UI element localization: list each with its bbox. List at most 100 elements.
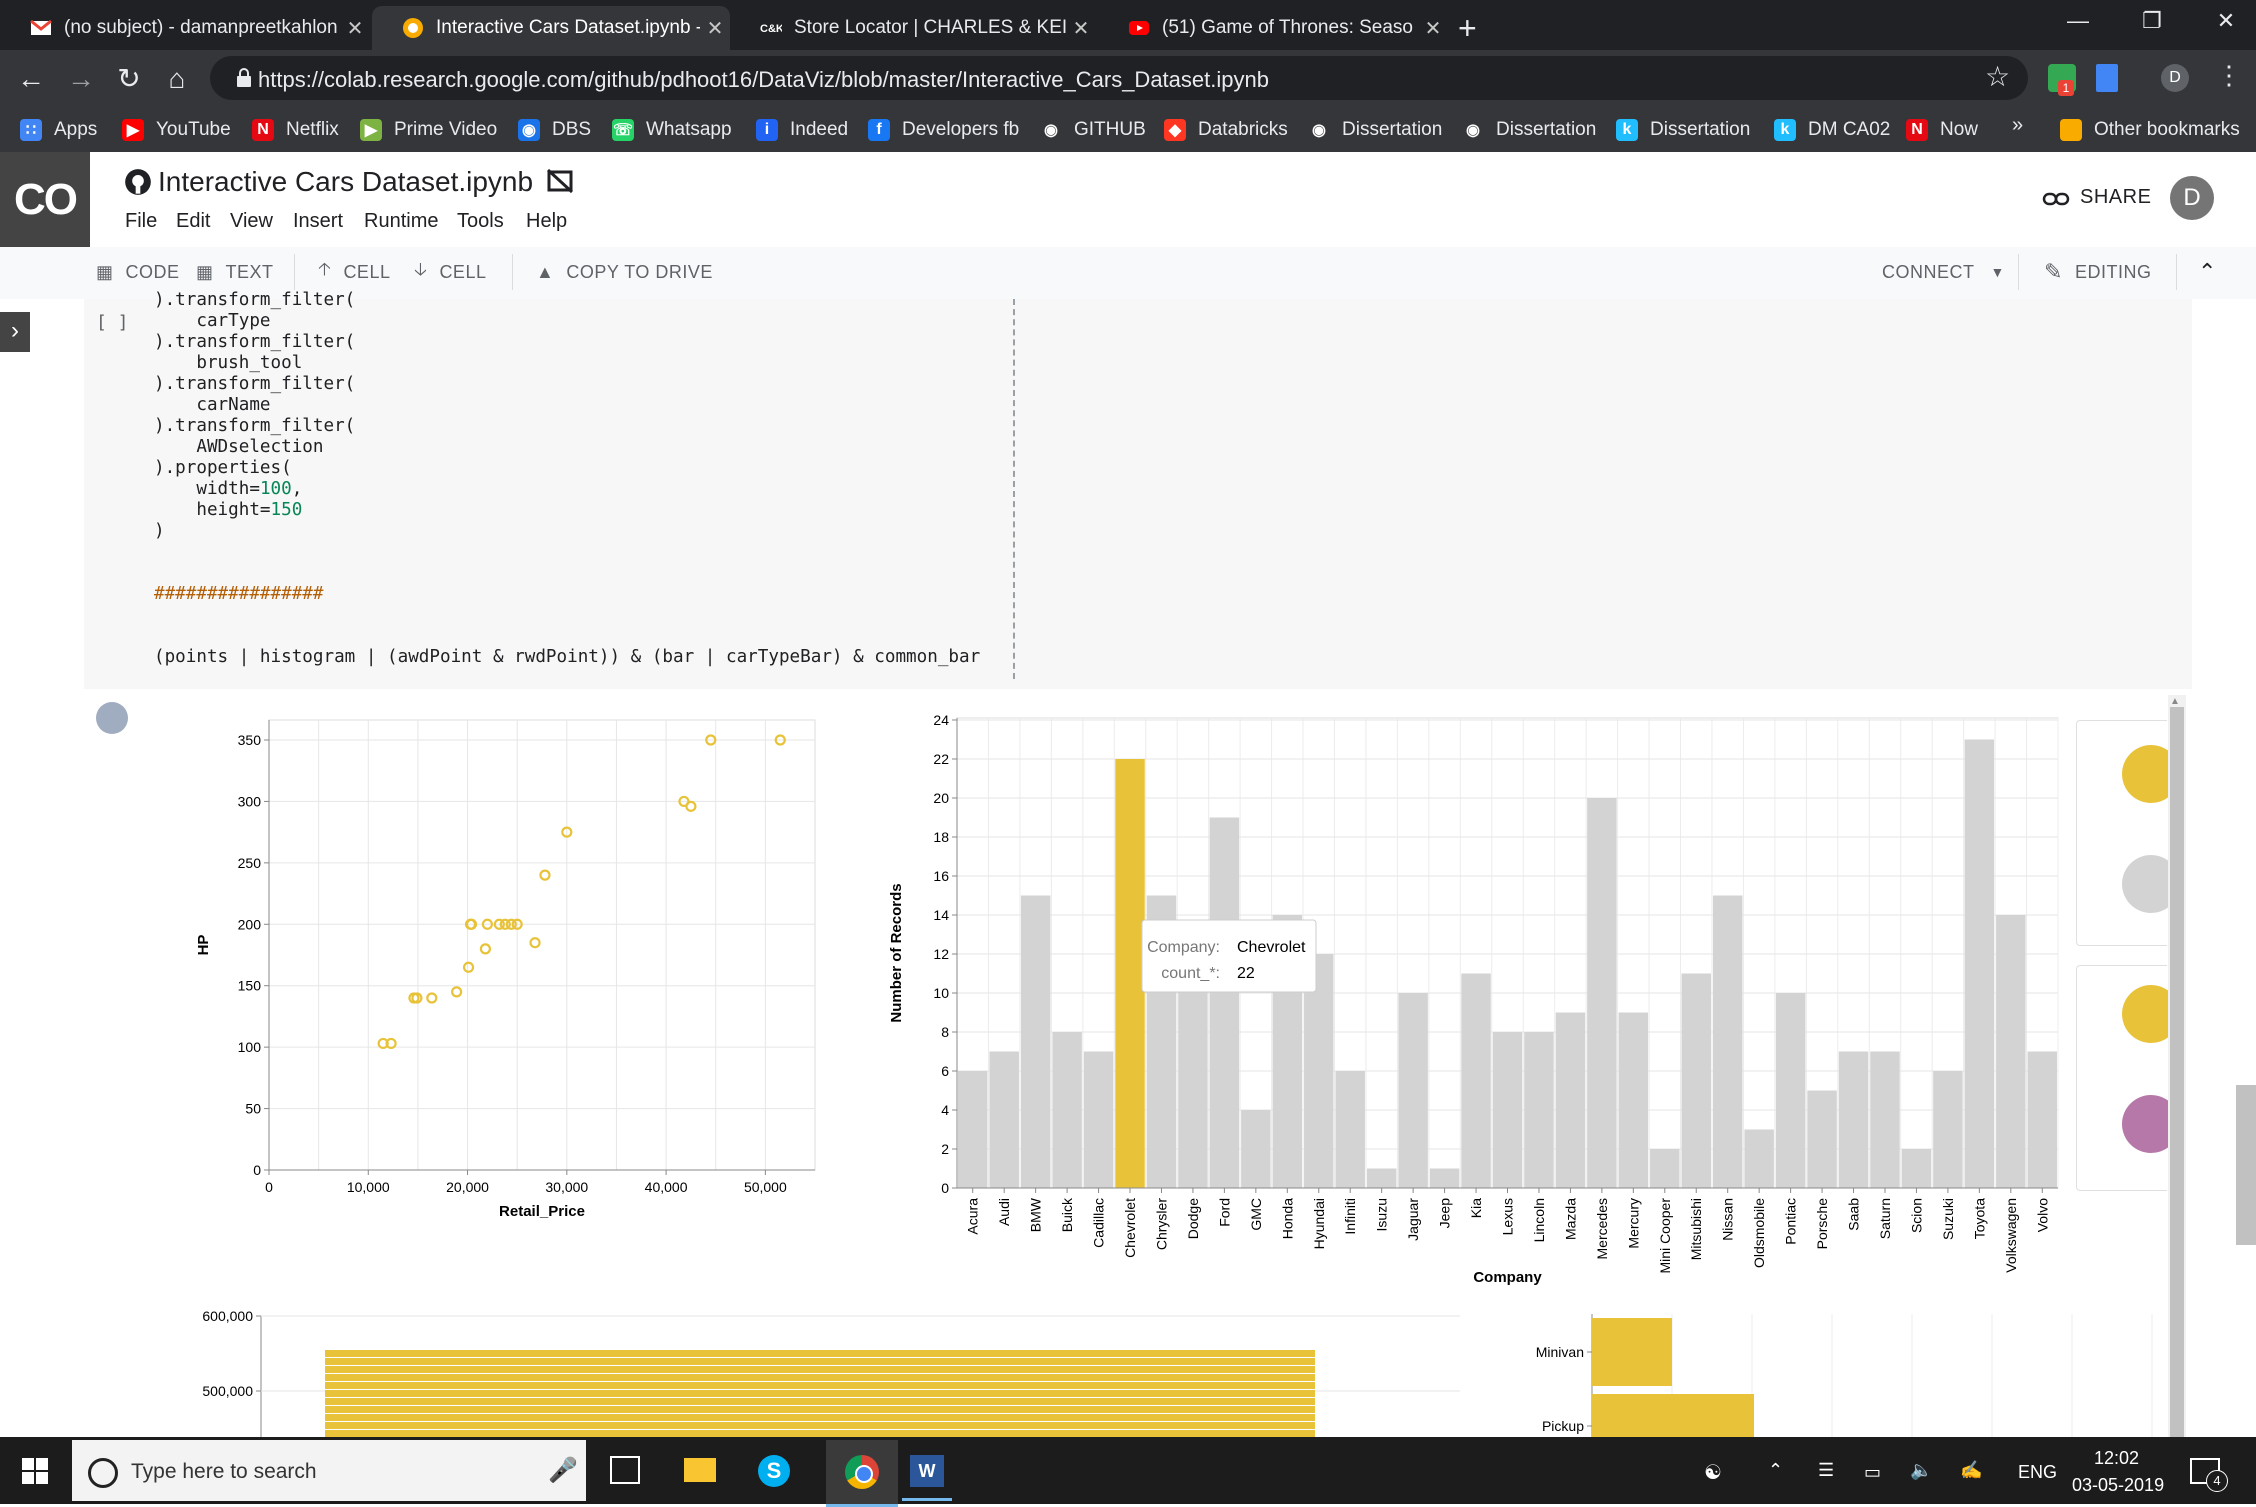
add-text-button[interactable]: ▦ TEXT bbox=[196, 258, 274, 286]
company-bar-chart[interactable]: Acura Audi BMW Buick Cadillac Chevrolet Chrysl… bbox=[880, 700, 2070, 1300]
bookmark-star-icon[interactable]: ☆ bbox=[1985, 60, 2010, 93]
close-tab-icon[interactable]: ✕ bbox=[340, 16, 370, 41]
bar-volkswagen bbox=[1996, 915, 2026, 1188]
wifi-icon[interactable]: ☰ bbox=[1818, 1460, 1834, 1481]
notebook-title[interactable]: Interactive Cars Dataset.ipynb bbox=[158, 166, 533, 198]
close-window-button[interactable]: ✕ bbox=[2196, 8, 2256, 38]
menu-item-tools[interactable]: Tools bbox=[457, 210, 504, 233]
bookmark-label: Indeed bbox=[790, 119, 849, 140]
connect-button[interactable]: CONNECT ▼ bbox=[1882, 258, 2005, 286]
menu-item-file[interactable]: File bbox=[125, 210, 157, 233]
extension-badge: 1 bbox=[2058, 80, 2074, 96]
back-arrow-icon[interactable]: ← bbox=[14, 62, 48, 96]
menu-item-help[interactable]: Help bbox=[526, 210, 567, 233]
add-text-label: TEXT bbox=[225, 261, 274, 282]
output-scrollbar[interactable] bbox=[2168, 695, 2186, 1437]
user-avatar[interactable]: D bbox=[2170, 176, 2214, 220]
bookmark-item[interactable]: ◉ Dissertation bbox=[1462, 114, 1596, 146]
sidebar-toggle-icon[interactable]: › bbox=[0, 312, 30, 352]
y-tick-label: Minivan bbox=[1536, 1344, 1584, 1360]
bookmark-item[interactable]: ▶ Prime Video bbox=[360, 114, 497, 146]
bookmark-item[interactable]: ∷ Apps bbox=[20, 114, 97, 146]
youtube-icon bbox=[1129, 21, 1149, 35]
close-tab-icon[interactable]: ✕ bbox=[1418, 16, 1448, 41]
move-cell-down-button[interactable]: 🡣 CELL bbox=[414, 258, 486, 286]
y-tick-label: 18 bbox=[933, 829, 949, 845]
bookmark-item[interactable]: k Dissertation bbox=[1616, 114, 1750, 146]
output-scroll-thumb[interactable] bbox=[2170, 707, 2184, 1437]
bookmark-label: Dissertation bbox=[1650, 119, 1751, 140]
task-view-icon[interactable] bbox=[610, 1456, 640, 1484]
browser-tab[interactable]: (no subject) - damanpreetkahlon ✕ bbox=[0, 6, 370, 50]
file-explorer-icon[interactable] bbox=[684, 1458, 716, 1482]
bookmark-item[interactable]: N Netflix bbox=[252, 114, 339, 146]
y-tick-label: 10 bbox=[933, 985, 949, 1001]
bookmark-item[interactable]: i Indeed bbox=[756, 114, 848, 146]
reload-icon[interactable]: ↻ bbox=[112, 62, 146, 96]
browser-tab[interactable]: C&K Store Locator | CHARLES & KEITH ✕ bbox=[730, 6, 1096, 50]
bookmark-item[interactable]: N Now bbox=[1906, 114, 1978, 146]
colab-icon bbox=[403, 18, 423, 38]
docs-extension-icon[interactable] bbox=[2096, 64, 2118, 92]
word-icon[interactable]: W bbox=[910, 1455, 944, 1487]
bookmark-item[interactable]: k DM CA02 bbox=[1774, 114, 1890, 146]
bookmark-item[interactable]: ◆ Databricks bbox=[1164, 114, 1288, 146]
add-code-button[interactable]: ▦ CODE bbox=[96, 258, 180, 286]
colab-logo[interactable]: CO bbox=[0, 152, 90, 247]
browser-tab[interactable]: Interactive Cars Dataset.ipynb - C ✕ bbox=[372, 6, 730, 50]
minimize-button[interactable]: — bbox=[2048, 8, 2108, 38]
bookmark-item[interactable]: f Developers fb bbox=[868, 114, 1019, 146]
collapse-header-icon[interactable]: ⌃ bbox=[2198, 258, 2217, 286]
battery-icon[interactable]: ▭ bbox=[1864, 1462, 1881, 1483]
bookmark-item[interactable]: ☏ Whatsapp bbox=[612, 114, 732, 146]
profile-avatar[interactable]: D bbox=[2161, 64, 2189, 92]
skype-icon[interactable]: S bbox=[758, 1455, 790, 1487]
y-tick-label: 16 bbox=[933, 868, 949, 884]
bookmarks-overflow[interactable]: » bbox=[2012, 114, 2023, 137]
x-tick-label: Oldsmobile bbox=[1751, 1198, 1767, 1268]
menu-item-insert[interactable]: Insert bbox=[293, 210, 343, 233]
share-button[interactable]: SHARE bbox=[2080, 186, 2151, 209]
new-tab-button[interactable]: + bbox=[1458, 10, 1477, 47]
browser-tab[interactable]: (51) Game of Thrones: Seaso ✕ bbox=[1098, 6, 1448, 50]
other-bookmarks[interactable]: Other bookmarks bbox=[2060, 114, 2240, 146]
kaggle-icon: k bbox=[1616, 119, 1638, 141]
menu-item-view[interactable]: View bbox=[230, 210, 273, 233]
editing-mode-button[interactable]: ✎ EDITING bbox=[2044, 258, 2151, 286]
forward-arrow-icon[interactable]: → bbox=[64, 62, 98, 96]
price-bar-segment bbox=[325, 1398, 1315, 1405]
word-active-indicator bbox=[902, 1498, 952, 1501]
scatter-chart[interactable]: 0 10,000 20,000 30,000 40,000 50,000 0 50 100 150… bbox=[180, 700, 890, 1230]
pen-icon[interactable]: ✍ bbox=[1960, 1460, 1982, 1481]
chrome-menu-icon[interactable]: ⋮ bbox=[2216, 60, 2242, 91]
bookmark-item[interactable]: ◉ GITHUB bbox=[1040, 114, 1146, 146]
home-icon[interactable]: ⌂ bbox=[160, 62, 194, 96]
taskbar-search-placeholder[interactable]: Type here to search bbox=[131, 1460, 317, 1484]
windows-start-icon[interactable] bbox=[22, 1458, 48, 1484]
tab-title: Interactive Cars Dataset.ipynb - C bbox=[436, 17, 700, 38]
language-indicator[interactable]: ENG bbox=[2018, 1462, 2057, 1483]
copy-to-drive-button[interactable]: ▲ COPY TO DRIVE bbox=[536, 258, 713, 286]
url-text[interactable]: https://colab.research.google.com/github… bbox=[258, 67, 1269, 93]
clock-time[interactable]: 12:02 bbox=[2094, 1448, 2139, 1469]
page-scrollbar[interactable] bbox=[2236, 1085, 2256, 1245]
bookmark-item[interactable]: ▶ YouTube bbox=[122, 114, 231, 146]
restore-button[interactable]: ❐ bbox=[2122, 8, 2182, 38]
people-icon[interactable]: ☯ bbox=[1704, 1460, 1722, 1485]
code-editor[interactable]: ).transform_filter( carType).transform_f… bbox=[154, 290, 980, 668]
car-type-bar-chart[interactable]: Minivan Pickup bbox=[1500, 1300, 2164, 1440]
menu-item-runtime[interactable]: Runtime bbox=[364, 210, 438, 233]
volume-icon[interactable]: 🔈 bbox=[1910, 1460, 1932, 1481]
clock-date[interactable]: 03-05-2019 bbox=[2072, 1475, 2164, 1496]
bookmark-item[interactable]: ◉ DBS bbox=[518, 114, 591, 146]
close-tab-icon[interactable]: ✕ bbox=[700, 16, 730, 41]
move-cell-up-button[interactable]: 🡡 CELL bbox=[318, 258, 390, 286]
menu-item-edit[interactable]: Edit bbox=[176, 210, 210, 233]
bookmark-item[interactable]: ◉ Dissertation bbox=[1308, 114, 1442, 146]
show-hidden-icons-icon[interactable]: ⌃ bbox=[1768, 1460, 1783, 1481]
close-tab-icon[interactable]: ✕ bbox=[1066, 16, 1096, 41]
price-bar-chart[interactable]: 500,000 600,000 bbox=[180, 1300, 1460, 1440]
microphone-icon[interactable]: 🎤 bbox=[548, 1456, 578, 1485]
cell-run-indicator[interactable]: [ ] bbox=[96, 312, 129, 333]
scroll-up-arrow-icon[interactable]: ▲ bbox=[2170, 696, 2180, 707]
